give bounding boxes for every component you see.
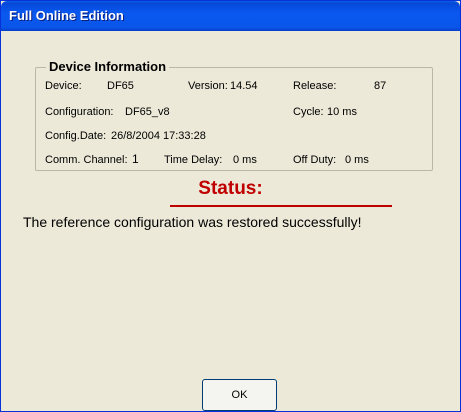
config-date-value: 26/8/2004 17:33:28: [111, 130, 206, 142]
version-value: 14.54: [230, 80, 258, 92]
cycle-value: 10 ms: [327, 106, 357, 118]
comm-channel-label: Comm. Channel:: [45, 154, 128, 166]
comm-channel-value: 1: [132, 152, 139, 166]
status-message: The reference configuration was restored…: [23, 214, 362, 230]
device-information-group: Device Information Device: DF65 Version:…: [35, 59, 433, 171]
dialog-client-area: Device Information Device: DF65 Version:…: [5, 31, 456, 411]
dialog-window: Full Online Edition Device Information D…: [0, 0, 461, 412]
device-value: DF65: [107, 80, 134, 92]
time-delay-label: Time Delay:: [164, 154, 223, 166]
version-label: Version:: [188, 80, 228, 92]
device-label: Device:: [45, 80, 82, 92]
device-information-group-label: Device Information: [46, 59, 170, 74]
release-value: 87: [374, 80, 387, 92]
off-duty-label: Off Duty:: [293, 154, 337, 166]
off-duty-value: 0 ms: [345, 154, 369, 166]
time-delay-value: 0 ms: [233, 154, 257, 166]
cycle-label: Cycle:: [293, 106, 324, 118]
ok-button[interactable]: OK: [202, 379, 277, 411]
title-bar[interactable]: Full Online Edition: [1, 1, 460, 31]
window-title: Full Online Edition: [9, 8, 124, 23]
configuration-label: Configuration:: [45, 106, 114, 118]
status-underline: [170, 205, 392, 207]
configuration-value: DF65_v8: [125, 106, 170, 118]
release-label: Release:: [293, 80, 337, 92]
status-title: Status:: [198, 178, 263, 199]
config-date-label: Config.Date:: [45, 130, 107, 142]
